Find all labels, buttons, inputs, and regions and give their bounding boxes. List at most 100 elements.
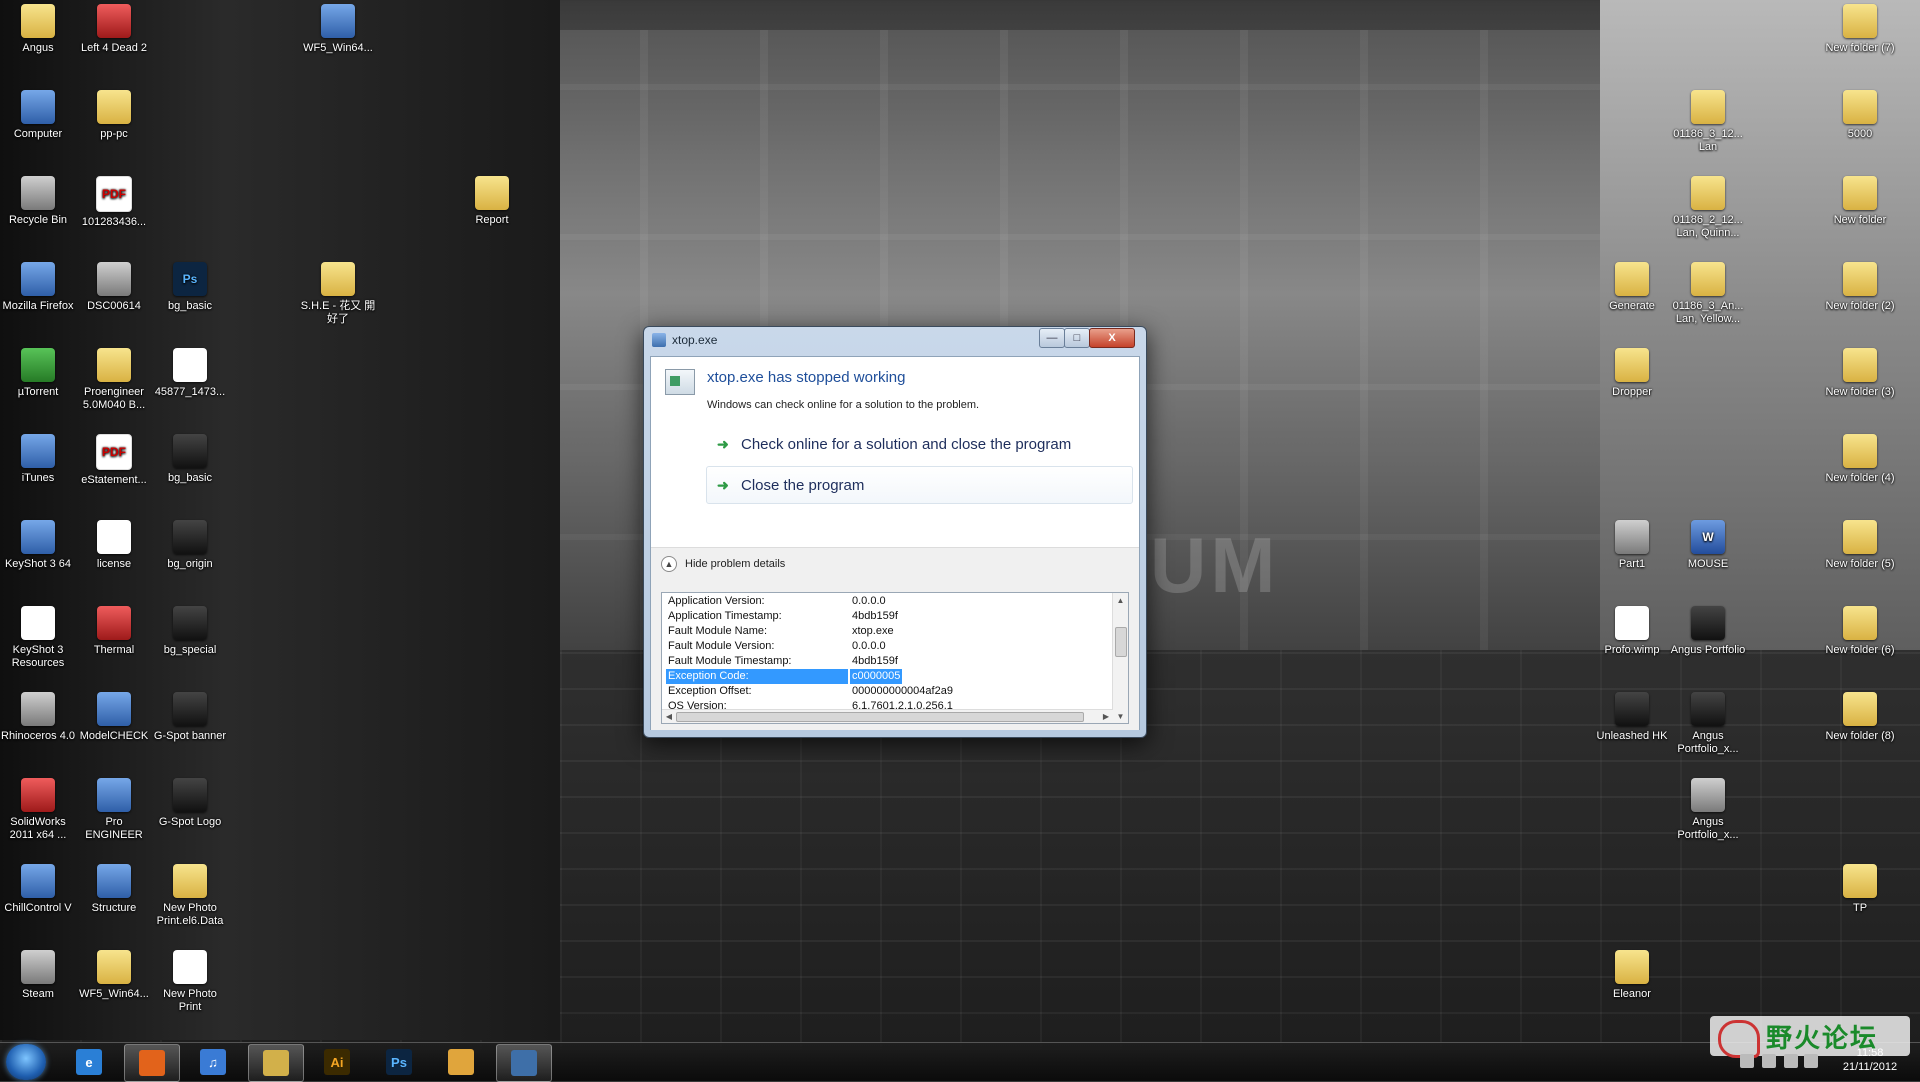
taskbar-firefox-button[interactable] xyxy=(124,1044,180,1082)
desktop-icon[interactable]: Angus Portfolio xyxy=(1670,606,1746,657)
detail-row[interactable]: Exception Code: c0000005 xyxy=(662,669,1102,684)
desktop-icon[interactable]: G-Spot banner xyxy=(152,692,228,743)
scroll-thumb[interactable] xyxy=(1115,627,1127,657)
check-online-command[interactable]: ➜ Check online for a solution and close … xyxy=(706,425,1133,463)
desktop-icon[interactable]: Report xyxy=(454,176,530,227)
desktop-icon[interactable]: New folder (4) xyxy=(1822,434,1898,485)
desktop-icon[interactable]: Angus Portfolio_x... xyxy=(1670,778,1746,842)
taskbar-explorer-button[interactable] xyxy=(248,1044,304,1082)
desktop-icon[interactable]: WF5_Win64... xyxy=(76,950,152,1001)
horizontal-scrollbar[interactable]: ◀ ▶ xyxy=(662,709,1113,723)
desktop-icon[interactable]: Part1 xyxy=(1594,520,1670,571)
detail-row[interactable]: Fault Module Name: xtop.exe xyxy=(662,624,1102,639)
close-button[interactable]: X xyxy=(1089,328,1135,348)
detail-row[interactable]: Application Version: 0.0.0.0 xyxy=(662,594,1102,609)
desktop-icon[interactable]: W MOUSE xyxy=(1670,520,1746,571)
desktop-icon[interactable]: Proengineer 5.0M040 B... xyxy=(76,348,152,412)
hscroll-thumb[interactable] xyxy=(676,712,1084,722)
desktop-icon[interactable]: Dropper xyxy=(1594,348,1670,399)
desktop-icon[interactable]: 01186_3_12... Lan xyxy=(1670,90,1746,154)
desktop-icon[interactable]: bg_origin xyxy=(152,520,228,571)
desktop-icon[interactable]: PDF 101283436... xyxy=(76,176,152,229)
desktop-icon[interactable]: Ps bg_basic xyxy=(152,262,228,313)
desktop-icon[interactable]: New folder (3) xyxy=(1822,348,1898,399)
desktop-icon[interactable]: Recycle Bin xyxy=(0,176,76,227)
desktop-icon[interactable]: New folder (8) xyxy=(1822,692,1898,743)
desktop-icon[interactable]: Pro ENGINEER xyxy=(76,778,152,842)
taskbar-photoshop-button[interactable]: Ps xyxy=(372,1044,426,1080)
desktop-icon[interactable]: Structure xyxy=(76,864,152,915)
problem-details-box[interactable]: Application Version: 0.0.0.0 Application T… xyxy=(661,592,1129,724)
close-program-command[interactable]: ➜ Close the program xyxy=(706,466,1133,504)
desktop-icon[interactable]: 01186_3_An... Lan, Yellow... xyxy=(1670,262,1746,326)
app-tray-icon[interactable] xyxy=(1804,1054,1818,1068)
clock[interactable]: 11:58 21/11/2012 xyxy=(1820,1046,1920,1074)
folder-icon xyxy=(1615,950,1649,984)
dialog-titlebar[interactable]: xtop.exe — □ X xyxy=(644,327,1146,353)
taskbar-messenger-button[interactable] xyxy=(434,1044,488,1080)
network-icon[interactable] xyxy=(1784,1054,1798,1068)
desktop-icon[interactable]: Angus xyxy=(0,4,76,55)
desktop-icon[interactable]: Generate xyxy=(1594,262,1670,313)
desktop-icon[interactable]: Angus Portfolio_x... xyxy=(1670,692,1746,756)
start-button[interactable] xyxy=(6,1044,46,1080)
detail-row[interactable]: Fault Module Timestamp: 4bdb159f xyxy=(662,654,1102,669)
desktop-icon[interactable]: S.H.E - 花又 開好了 xyxy=(300,262,376,326)
minimize-button[interactable]: — xyxy=(1039,328,1065,348)
desktop-icon[interactable]: New Photo Print.el6.Data xyxy=(152,864,228,928)
desktop-icon[interactable]: Mozilla Firefox xyxy=(0,262,76,313)
desktop-icon[interactable]: µTorrent xyxy=(0,348,76,399)
scroll-down-icon[interactable]: ▼ xyxy=(1113,709,1128,723)
desktop-icon[interactable]: DSC00614 xyxy=(76,262,152,313)
desktop-icon[interactable]: Steam xyxy=(0,950,76,1001)
desktop-icon[interactable]: Rhinoceros 4.0 xyxy=(0,692,76,743)
desktop-icon[interactable]: ChillControl V xyxy=(0,864,76,915)
volume-icon[interactable] xyxy=(1740,1054,1754,1068)
scroll-up-icon[interactable]: ▲ xyxy=(1113,593,1128,607)
desktop-icon[interactable]: KeyShot 3 Resources xyxy=(0,606,76,670)
maximize-button[interactable]: □ xyxy=(1064,328,1090,348)
desktop-icon[interactable]: TP xyxy=(1822,864,1898,915)
desktop-icon[interactable]: Unleashed HK xyxy=(1594,692,1670,743)
taskbar-internet-explorer-button[interactable]: e xyxy=(62,1044,116,1080)
desktop-icon[interactable]: KeyShot 3 64 xyxy=(0,520,76,571)
desktop-icon[interactable]: G-Spot Logo xyxy=(152,778,228,829)
desktop-icon[interactable]: New folder (7) xyxy=(1822,4,1898,55)
desktop-icon[interactable]: bg_basic xyxy=(152,434,228,485)
desktop-icon[interactable]: Thermal xyxy=(76,606,152,657)
detail-row[interactable]: Application Timestamp: 4bdb159f xyxy=(662,609,1102,624)
desktop-icon[interactable]: 45877_1473... xyxy=(152,348,228,399)
desktop-icon[interactable]: New folder (2) xyxy=(1822,262,1898,313)
desktop-icon[interactable]: PDF eStatement... xyxy=(76,434,152,487)
desktop-icon[interactable]: SolidWorks 2011 x64 ... xyxy=(0,778,76,842)
scroll-left-icon[interactable]: ◀ xyxy=(662,710,676,723)
detail-row[interactable]: Exception Offset: 000000000004af2a9 xyxy=(662,684,1102,699)
desktop-icon[interactable]: New folder (6) xyxy=(1822,606,1898,657)
desktop-icon[interactable]: Computer xyxy=(0,90,76,141)
desktop-icon[interactable]: New folder xyxy=(1822,176,1898,227)
desktop-icon[interactable]: ModelCHECK xyxy=(76,692,152,743)
desktop-icon[interactable]: Profo.wimp xyxy=(1594,606,1670,657)
desktop-icon[interactable]: pp-pc xyxy=(76,90,152,141)
taskbar-illustrator-button[interactable]: Ai xyxy=(310,1044,364,1080)
desktop-icon[interactable]: bg_special xyxy=(152,606,228,657)
desktop-icon[interactable]: New Photo Print xyxy=(152,950,228,1014)
error-dialog[interactable]: xtop.exe — □ X xtop.exe has stopped work… xyxy=(643,326,1147,738)
desktop-icon[interactable]: Eleanor xyxy=(1594,950,1670,1001)
desktop-icon[interactable]: 01186_2_12... Lan, Quinn... xyxy=(1670,176,1746,240)
desktop-icon-label: Part1 xyxy=(1618,558,1646,570)
desktop-icon[interactable]: license xyxy=(76,520,152,571)
scroll-right-icon[interactable]: ▶ xyxy=(1099,710,1113,723)
desktop-icon[interactable]: 5000 xyxy=(1822,90,1898,141)
desktop-icon[interactable]: Left 4 Dead 2 xyxy=(76,4,152,55)
desktop-icon[interactable]: New folder (5) xyxy=(1822,520,1898,571)
desktop-icon[interactable]: iTunes xyxy=(0,434,76,485)
hide-details-toggle[interactable]: ▲ Hide problem details xyxy=(661,556,785,572)
flag-icon[interactable] xyxy=(1762,1054,1776,1068)
desktop-icon[interactable]: WF5_Win64... xyxy=(300,4,376,55)
vertical-scrollbar[interactable]: ▲ ▼ xyxy=(1112,593,1128,723)
taskbar-xtop-button[interactable] xyxy=(496,1044,552,1082)
desktop-icon-label: New Photo Print.el6.Data xyxy=(156,902,224,927)
detail-row[interactable]: Fault Module Version: 0.0.0.0 xyxy=(662,639,1102,654)
taskbar-itunes-button[interactable]: ♫ xyxy=(186,1044,240,1080)
